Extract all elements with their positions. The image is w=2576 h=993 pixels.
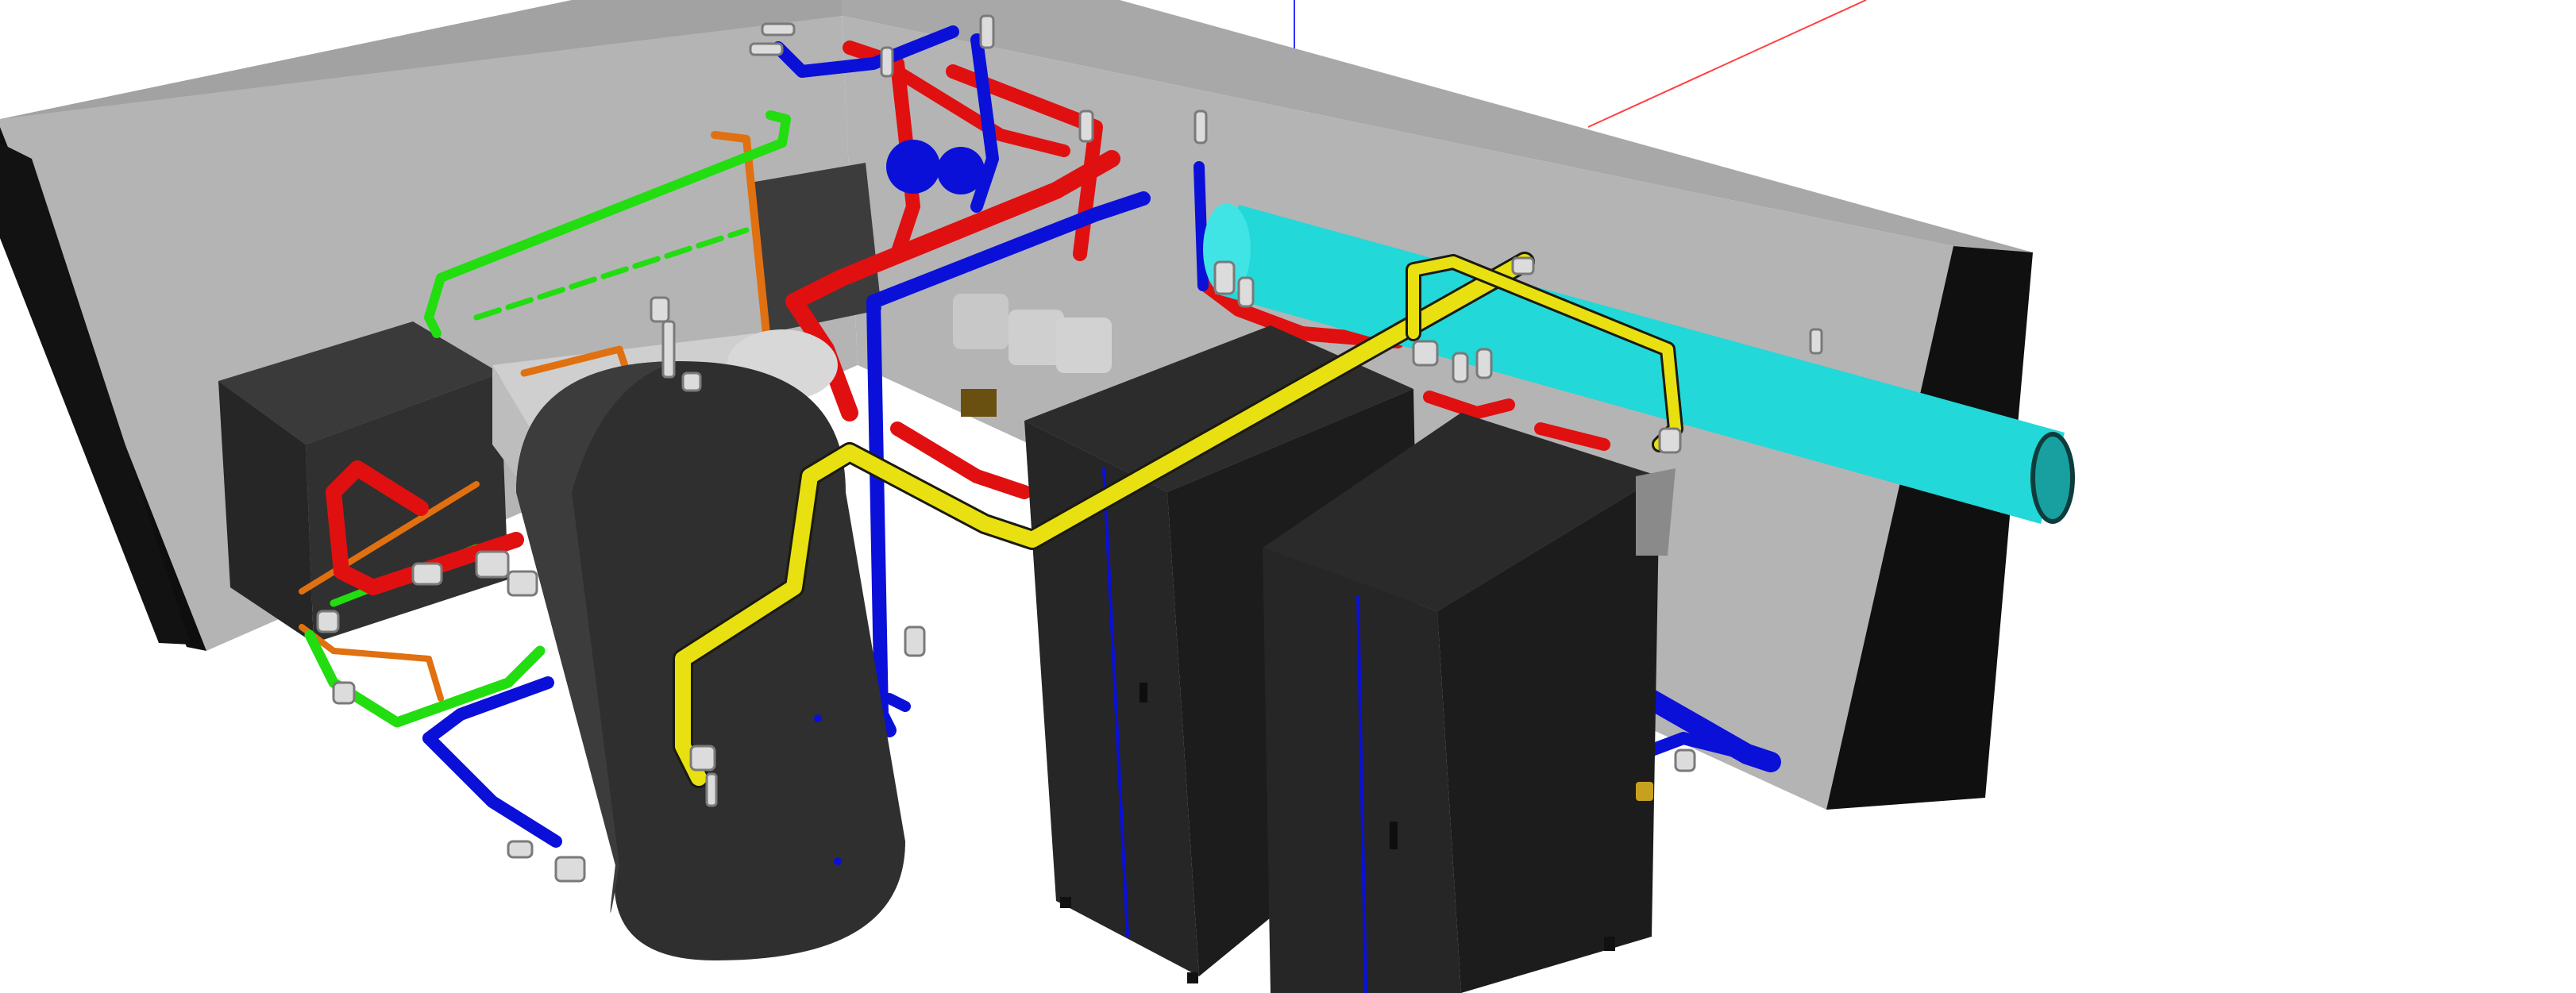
3d-viewport[interactable] <box>0 0 2576 993</box>
mechanical-room-model[interactable] <box>0 0 2576 993</box>
rear-dark-unit <box>750 163 881 333</box>
red-axis-line <box>1587 0 1867 128</box>
